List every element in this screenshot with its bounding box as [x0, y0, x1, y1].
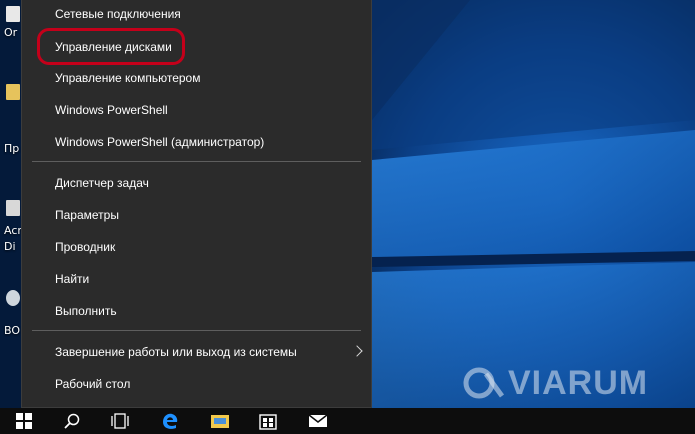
start-button[interactable] — [4, 408, 44, 434]
folder-icon — [6, 84, 20, 100]
document-icon — [6, 6, 20, 22]
watermark-text: VIARUM — [508, 363, 649, 402]
gear-icon — [6, 290, 20, 306]
menu-item-powershell-admin[interactable]: Windows PowerShell (администратор) — [22, 128, 371, 156]
task-view-button[interactable] — [100, 408, 140, 434]
menu-item-run[interactable]: Выполнить — [22, 297, 371, 325]
winx-context-menu: Сетевые подключения Управление дисками У… — [21, 0, 372, 408]
menu-item-shutdown-signout[interactable]: Завершение работы или выход из системы — [22, 338, 371, 366]
menu-item-task-manager[interactable]: Диспетчер задач — [22, 169, 371, 197]
task-view-icon — [111, 413, 129, 429]
menu-item-settings[interactable]: Параметры — [22, 201, 371, 229]
windows-start-icon — [16, 413, 32, 429]
desktop-icon-label: Acr — [4, 224, 22, 237]
menu-item-desktop[interactable]: Рабочий стол — [22, 370, 371, 398]
file-explorer-icon — [211, 415, 229, 428]
menu-item-computer-management[interactable]: Управление компьютером — [22, 64, 371, 92]
file-explorer-button[interactable] — [200, 408, 240, 434]
store-button[interactable] — [248, 408, 288, 434]
desktop-icon-label: Пр — [4, 142, 20, 155]
search-button[interactable] — [52, 408, 92, 434]
menu-separator — [32, 161, 361, 162]
desktop-icon-label: Di — [4, 240, 16, 253]
application-icon — [6, 200, 20, 216]
menu-item-file-explorer[interactable]: Проводник — [22, 233, 371, 261]
menu-item-network-connections[interactable]: Сетевые подключения — [22, 0, 371, 28]
watermark: VIARUM — [462, 363, 649, 402]
store-icon — [259, 414, 277, 430]
search-icon — [64, 413, 80, 429]
edge-icon — [163, 413, 178, 429]
watermark-logo-icon — [463, 367, 505, 399]
desktop-icon-label: BO — [4, 324, 21, 337]
menu-item-search[interactable]: Найти — [22, 265, 371, 293]
mail-button[interactable] — [298, 408, 338, 434]
menu-item-disk-management[interactable]: Управление дисками — [22, 33, 371, 61]
menu-item-label: Завершение работы или выход из системы — [55, 345, 297, 359]
mail-icon — [308, 414, 328, 427]
menu-separator — [32, 330, 361, 331]
chevron-right-icon — [351, 345, 363, 357]
desktop-icon-label: Or — [4, 26, 18, 39]
taskbar — [0, 408, 695, 434]
menu-item-powershell[interactable]: Windows PowerShell — [22, 96, 371, 124]
edge-button[interactable] — [150, 408, 190, 434]
